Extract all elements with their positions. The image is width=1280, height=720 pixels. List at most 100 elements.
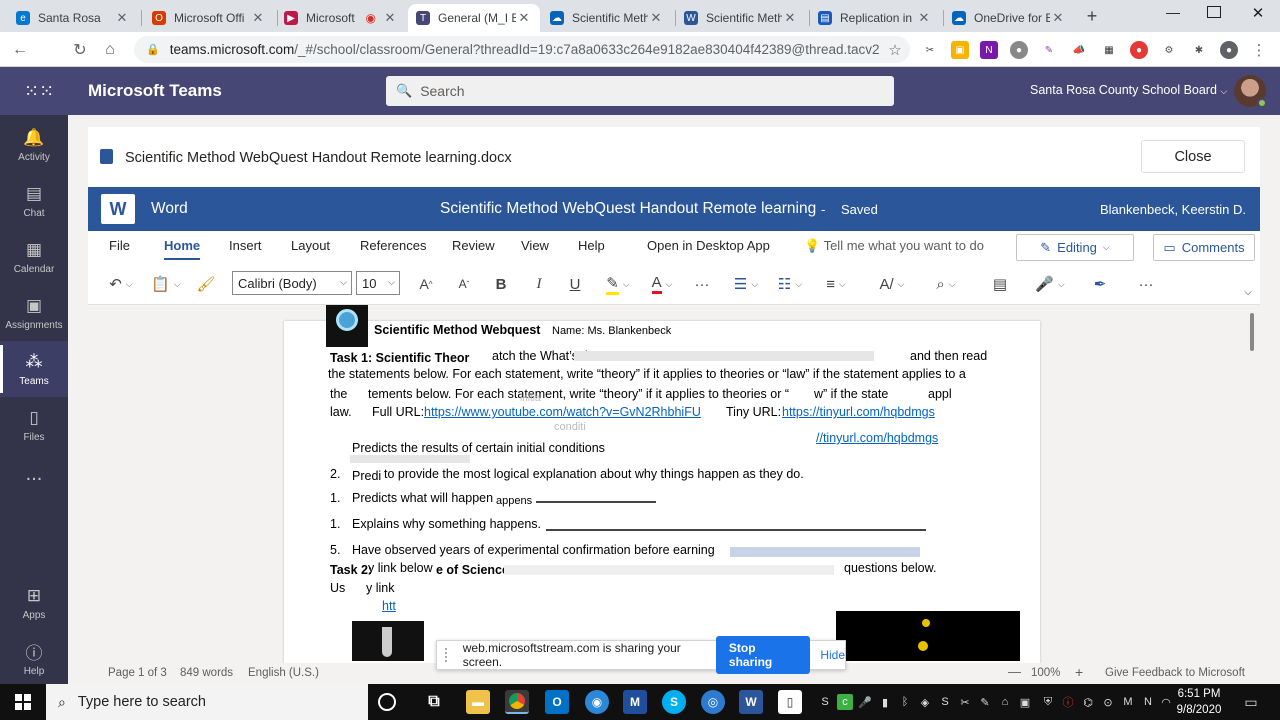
close-tab-icon[interactable]: ✕: [382, 10, 398, 26]
numbering-icon[interactable]: ☷ ⌵: [772, 271, 808, 297]
close-tab-icon[interactable]: ✕: [1050, 10, 1066, 26]
chrome-icon[interactable]: [505, 690, 529, 714]
close-tab-icon[interactable]: ✕: [916, 10, 932, 26]
reload-icon[interactable]: ↻: [68, 38, 92, 62]
close-window-icon[interactable]: ✕: [1248, 4, 1268, 22]
bookmark-star-icon[interactable]: ☆: [880, 41, 910, 59]
megaphone-extension-icon[interactable]: 📣: [1070, 41, 1088, 59]
language[interactable]: English (U.S.): [248, 667, 319, 679]
maximize-icon[interactable]: [1207, 6, 1221, 18]
more-menu-icon[interactable]: ⋮: [1250, 41, 1268, 59]
skype-icon[interactable]: S: [662, 690, 686, 714]
paste-icon[interactable]: 📋 ⌵: [148, 271, 184, 297]
tray-icon[interactable]: ⛨: [1040, 694, 1056, 710]
tray-n-icon[interactable]: N: [1140, 694, 1156, 710]
extension-icon[interactable]: ▣: [951, 41, 969, 59]
comments-button[interactable]: ▭ Comments: [1153, 234, 1255, 261]
avatar[interactable]: [1234, 75, 1267, 108]
back-arrow-icon[interactable]: ←: [8, 38, 32, 62]
browser-tab[interactable]: ▤ Replication in ✕: [810, 4, 940, 32]
rail-item-more[interactable]: ...: [0, 449, 68, 499]
document-page[interactable]: Scientific Method Webquest Name: Ms. Bla…: [284, 305, 1040, 663]
skype-tray-icon[interactable]: S: [937, 694, 953, 710]
url-field[interactable]: 🔒 teams.microsoft.com/_#/school/classroo…: [134, 36, 910, 63]
document-canvas[interactable]: Scientific Method Webquest Name: Ms. Bla…: [88, 305, 1260, 663]
tray-icon[interactable]: ✂: [957, 694, 973, 710]
tray-icon[interactable]: ▣: [1017, 694, 1033, 710]
bold-icon[interactable]: B: [490, 271, 512, 297]
close-tab-icon[interactable]: ✕: [648, 10, 664, 26]
grow-font-icon[interactable]: A ^: [414, 271, 438, 297]
extension-icon[interactable]: ●: [1010, 41, 1028, 59]
app-icon[interactable]: ◉: [585, 690, 609, 714]
editing-mode-button[interactable]: ✎ Editing ⌵: [1016, 234, 1134, 261]
browser-tab[interactable]: ▶ Microsoft ◉ ✕: [276, 4, 406, 32]
tiny-url-link-2[interactable]: //tinyurl.com/hqbdmgs: [816, 431, 938, 445]
profile-icon[interactable]: ●: [1220, 41, 1238, 59]
notepad-icon[interactable]: ▯: [778, 690, 802, 714]
tray-s-icon[interactable]: S: [817, 694, 833, 710]
tray-icon[interactable]: ▮: [877, 694, 893, 710]
browser-tab[interactable]: ☁ Scientific Meth ✕: [542, 4, 672, 32]
open-desktop-app-button[interactable]: Open in Desktop App: [647, 238, 770, 253]
tray-green-icon[interactable]: c: [837, 694, 853, 710]
tray-icon[interactable]: ◈: [917, 694, 933, 710]
tray-red-icon[interactable]: ⓘ: [1060, 694, 1076, 710]
app-icon[interactable]: ◎: [701, 690, 725, 714]
drag-handle[interactable]: [445, 648, 451, 662]
onenote-extension-icon[interactable]: N: [980, 41, 998, 59]
undo-icon[interactable]: ↶ ⌵: [104, 271, 138, 297]
tray-icon[interactable]: ✎: [977, 694, 993, 710]
styles-icon[interactable]: A/⌵: [874, 271, 910, 297]
word-taskbar-icon[interactable]: W: [739, 690, 763, 714]
tray-icon[interactable]: ⊙: [1100, 694, 1116, 710]
word-doc-title[interactable]: Scientific Method WebQuest Handout Remot…: [440, 200, 816, 218]
close-button[interactable]: Close: [1141, 140, 1245, 173]
scissors-extension-icon[interactable]: ✂: [921, 41, 939, 59]
org-switcher[interactable]: Santa Rosa County School Board ⌵: [1030, 83, 1227, 97]
find-icon[interactable]: ⌕ ⌵: [928, 271, 964, 297]
immersive-reader-icon[interactable]: ▤: [988, 271, 1012, 297]
zoom-level[interactable]: 100%: [1031, 667, 1060, 679]
stop-sharing-button[interactable]: Stop sharing: [715, 636, 811, 674]
tab-help[interactable]: Help: [578, 238, 605, 253]
format-painter-icon[interactable]: 🖌: [194, 271, 218, 297]
zoom-in-icon[interactable]: +: [1075, 664, 1083, 680]
tab-references[interactable]: References: [360, 238, 426, 253]
rail-item-teams[interactable]: ⁂ Teams: [0, 341, 68, 397]
align-icon[interactable]: ≡ ⌵: [818, 271, 854, 297]
record-extension-icon[interactable]: ●: [1130, 41, 1148, 59]
tell-me-search[interactable]: 💡 Tell me what you want to do: [804, 238, 984, 254]
bluetooth-icon[interactable]: ᛒ: [897, 694, 913, 710]
browser-tab[interactable]: O Microsoft Offi ✕: [144, 4, 274, 32]
highlight-icon[interactable]: ✎ ⌵: [600, 271, 636, 297]
font-color-icon[interactable]: A ⌵: [644, 271, 680, 297]
tray-icon[interactable]: ⌂: [997, 694, 1013, 710]
tab-file[interactable]: File: [109, 238, 130, 253]
rail-item-assignments[interactable]: ▣ Assignments: [0, 285, 68, 341]
rail-item-activity[interactable]: 🔔 Activity: [0, 117, 68, 173]
italic-icon[interactable]: I: [528, 271, 550, 297]
rail-item-chat[interactable]: ▤ Chat: [0, 173, 68, 229]
taskbar-search-input[interactable]: ⌕ Type here to search: [46, 684, 368, 720]
more-options-icon[interactable]: ···: [1134, 271, 1158, 297]
start-button[interactable]: [0, 684, 46, 720]
app-launcher-icon[interactable]: ⁙⁙: [24, 81, 54, 101]
browser-tab[interactable]: ☁ OneDrive for B ✕: [944, 4, 1074, 32]
search-input[interactable]: 🔍 Search: [386, 76, 894, 106]
more-font-options-icon[interactable]: ···: [690, 271, 714, 297]
outlook-icon[interactable]: O: [545, 690, 569, 714]
shrink-font-icon[interactable]: Aˇ: [452, 271, 476, 297]
bullets-icon[interactable]: ☰ ⌵: [728, 271, 764, 297]
new-tab-icon[interactable]: +: [1082, 6, 1102, 26]
close-tab-icon[interactable]: ✕: [782, 10, 798, 26]
grid-extension-icon[interactable]: ▦: [1100, 41, 1118, 59]
tiny-url-link[interactable]: https://tinyurl.com/hqbdmgs: [782, 405, 935, 419]
dictate-icon[interactable]: 🎤 ⌵: [1032, 271, 1068, 297]
tray-icon[interactable]: ⌬: [1080, 694, 1096, 710]
rail-item-calendar[interactable]: ▦ Calendar: [0, 229, 68, 285]
puzzle-extension-icon[interactable]: ✱: [1190, 41, 1208, 59]
video-link[interactable]: https://www.youtube.com/watch?v=GvN2Rhbh…: [424, 405, 701, 419]
cortana-icon[interactable]: [378, 693, 396, 711]
rail-item-apps[interactable]: ⊞ Apps: [0, 575, 68, 631]
